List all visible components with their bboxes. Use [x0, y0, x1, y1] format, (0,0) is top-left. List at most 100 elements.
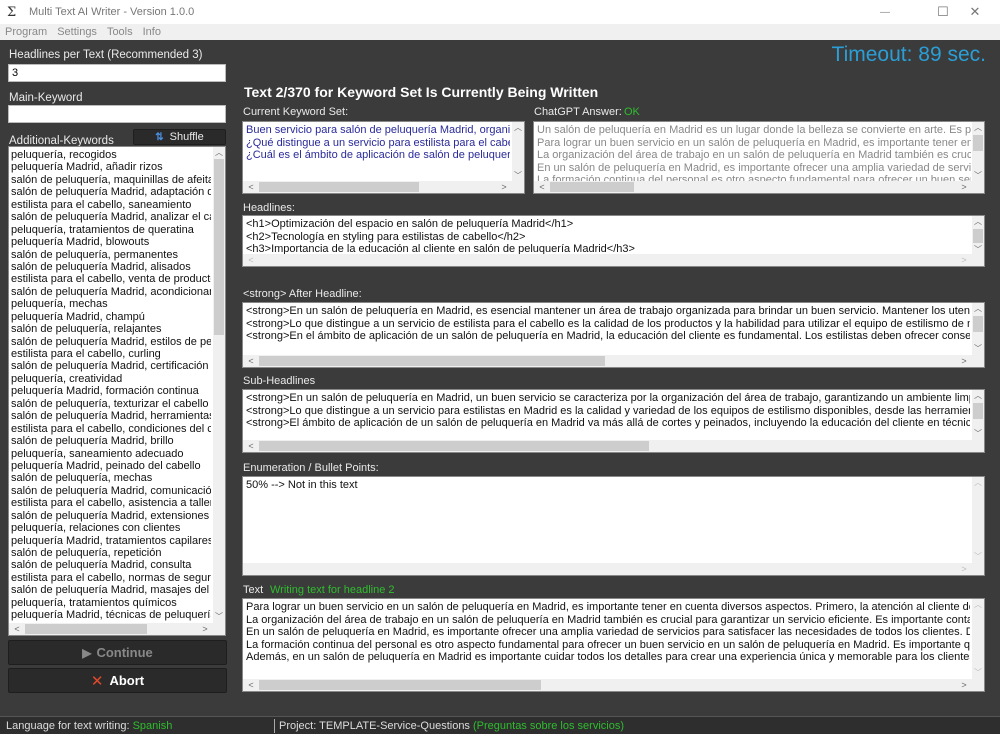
after-headline-vertical-scrollbar[interactable]: ︿ ﹀	[972, 303, 984, 355]
scroll-left-icon[interactable]: <	[245, 440, 257, 452]
keyword-list-item[interactable]: salón de peluquería, mechas	[11, 472, 211, 484]
keyword-list-item[interactable]: salón de peluquería, texturizar el cabel…	[11, 398, 211, 410]
keyword-list-item[interactable]: salón de peluquería Madrid, acondicionam	[11, 286, 211, 298]
scroll-right-icon[interactable]: >	[958, 679, 970, 691]
scroll-right-icon[interactable]: >	[958, 254, 970, 266]
keyword-list-item[interactable]: salón de peluquería Madrid, brillo	[11, 435, 211, 447]
minimize-button[interactable]: —	[862, 0, 908, 24]
keyword-list-item[interactable]: peluquería, tratamientos químicos	[11, 597, 211, 609]
scroll-left-icon[interactable]: <	[536, 181, 548, 193]
abort-button[interactable]: ✕ Abort	[8, 668, 227, 693]
scroll-thumb[interactable]	[550, 182, 634, 192]
scroll-down-icon[interactable]: ﹀	[972, 667, 984, 679]
scroll-up-icon[interactable]: ︿	[512, 122, 524, 134]
keyword-list-item[interactable]: estilista para el cabello, saneamiento	[11, 199, 211, 211]
scroll-up-icon[interactable]: ︿	[972, 303, 984, 315]
scroll-thumb[interactable]	[259, 441, 649, 451]
menu-info[interactable]: Info	[143, 26, 161, 38]
keywords-horizontal-scrollbar[interactable]: < >	[9, 623, 225, 635]
scroll-up-icon[interactable]: ︿	[213, 147, 225, 159]
scroll-thumb[interactable]	[259, 680, 541, 690]
scroll-left-icon[interactable]: <	[11, 623, 23, 635]
scroll-up-icon[interactable]: ︿	[972, 390, 984, 402]
keyword-set-vertical-scrollbar[interactable]: ︿ ﹀	[512, 122, 524, 182]
headlines-box[interactable]: <h1>Optimización del espacio en salón de…	[242, 215, 985, 267]
keyword-list-item[interactable]: peluquería Madrid, tratamientos capilare…	[11, 535, 211, 547]
current-keyword-set-box[interactable]: Buen servicio para salón de peluquería M…	[242, 121, 525, 194]
keyword-list-item[interactable]: peluquería, creatividad	[11, 373, 211, 385]
menu-settings[interactable]: Settings	[57, 26, 97, 38]
scroll-left-icon[interactable]: <	[245, 355, 257, 367]
keyword-list-item[interactable]: salón de peluquería, repetición	[11, 547, 211, 559]
keyword-list-item[interactable]: salón de peluquería Madrid, analizar el …	[11, 211, 211, 223]
shuffle-button[interactable]: ⇅ Shuffle	[133, 129, 226, 145]
keyword-list-item[interactable]: salón de peluquería Madrid, adaptación d…	[11, 186, 211, 198]
after-headline-box[interactable]: <strong>En un salón de peluquería en Mad…	[242, 302, 985, 368]
keyword-list-item[interactable]: salón de peluquería, relajantes	[11, 323, 211, 335]
scroll-left-icon[interactable]: <	[245, 181, 257, 193]
keyword-list-item[interactable]: salón de peluquería Madrid, comunicación	[11, 485, 211, 497]
scroll-down-icon[interactable]: ﹀	[972, 551, 984, 563]
keyword-list-item[interactable]: salón de peluquería Madrid, consulta	[11, 559, 211, 571]
keyword-list-item[interactable]: peluquería, relaciones con clientes	[11, 522, 211, 534]
additional-keywords-list[interactable]: peluquería, recogidos peluquería Madrid, …	[8, 146, 226, 636]
headlines-vertical-scrollbar[interactable]: ︿ ﹀	[972, 216, 984, 256]
scroll-down-icon[interactable]: ﹀	[972, 428, 984, 440]
answer-horizontal-scrollbar[interactable]: < >	[534, 181, 984, 193]
continue-button[interactable]: ▶ Continue	[8, 640, 227, 665]
keyword-list-item[interactable]: estilista para el cabello, normas de seg…	[11, 572, 211, 584]
menu-program[interactable]: Program	[5, 26, 47, 38]
keyword-list-item[interactable]: peluquería Madrid, champú	[11, 311, 211, 323]
keyword-list-item[interactable]: peluquería Madrid, añadir rizos	[11, 161, 211, 173]
scroll-thumb[interactable]	[259, 182, 419, 192]
keyword-list-item[interactable]: salón de peluquería Madrid, extensiones …	[11, 510, 211, 522]
keyword-list-item[interactable]: salón de peluquería, maquinillas de afei…	[11, 174, 211, 186]
keyword-list-item[interactable]: peluquería Madrid, técnicas de peluquerí…	[11, 609, 211, 621]
keyword-list-item[interactable]: peluquería, recogidos	[11, 149, 211, 161]
scroll-up-icon[interactable]: ︿	[972, 122, 984, 134]
keyword-list-item[interactable]: peluquería, tratamientos de queratina	[11, 224, 211, 236]
keywords-vertical-scrollbar[interactable]: ︿ ﹀	[213, 147, 225, 623]
headlines-horizontal-scrollbar[interactable]: < >	[243, 254, 984, 266]
scroll-thumb[interactable]	[973, 135, 983, 151]
scroll-left-icon[interactable]: <	[245, 679, 257, 691]
after-headline-horizontal-scrollbar[interactable]: < >	[243, 355, 984, 367]
keyword-list-item[interactable]: peluquería, mechas	[11, 298, 211, 310]
scroll-down-icon[interactable]: ﹀	[972, 343, 984, 355]
scroll-thumb[interactable]	[973, 403, 983, 419]
keyword-list-item[interactable]: peluquería, saneamiento adecuado	[11, 448, 211, 460]
keyword-list-item[interactable]: salón de peluquería Madrid, certificació…	[11, 360, 211, 372]
scroll-right-icon[interactable]: >	[958, 355, 970, 367]
text-box[interactable]: Para lograr un buen servicio en un salón…	[242, 598, 985, 692]
keyword-list-item[interactable]: salón de peluquería Madrid, masajes del …	[11, 584, 211, 596]
scroll-right-icon[interactable]: >	[498, 181, 510, 193]
sub-headlines-box[interactable]: <strong>En un salón de peluquería en Mad…	[242, 389, 985, 453]
enumeration-box[interactable]: 50% --> Not in this text ︿ ﹀ >	[242, 476, 985, 576]
keyword-list-item[interactable]: salón de peluquería Madrid, herramientas…	[11, 410, 211, 422]
keyword-list-item[interactable]: peluquería Madrid, formación continua	[11, 385, 211, 397]
scroll-up-icon[interactable]: ︿	[972, 599, 984, 611]
keyword-list-item[interactable]: estilista para el cabello, venta de prod…	[11, 273, 211, 285]
scroll-right-icon[interactable]: >	[958, 181, 970, 193]
menu-tools[interactable]: Tools	[107, 26, 133, 38]
scroll-right-icon[interactable]: >	[199, 623, 211, 635]
keyword-list-item[interactable]: salón de peluquería Madrid, estilos de p…	[11, 336, 211, 348]
keyword-list-item[interactable]: estilista para el cabello, condiciones d…	[11, 423, 211, 435]
sub-headlines-horizontal-scrollbar[interactable]: <	[243, 440, 984, 452]
chatgpt-answer-box[interactable]: Un salón de peluquería en Madrid es un l…	[533, 121, 985, 194]
sub-headlines-vertical-scrollbar[interactable]: ︿ ﹀	[972, 390, 984, 440]
keyword-list-item[interactable]: salón de peluquería, permanentes	[11, 249, 211, 261]
scroll-up-icon[interactable]: ︿	[972, 216, 984, 228]
scroll-thumb[interactable]	[259, 356, 605, 366]
scroll-thumb[interactable]	[973, 229, 983, 243]
scroll-right-icon[interactable]: >	[958, 563, 970, 575]
keyword-list-item[interactable]: salón de peluquería Madrid, alisados	[11, 261, 211, 273]
scroll-thumb[interactable]	[214, 159, 224, 335]
scroll-up-icon[interactable]: ︿	[972, 477, 984, 489]
main-keyword-input[interactable]	[8, 105, 226, 123]
keyword-list-item[interactable]: estilista para el cabello, curling	[11, 348, 211, 360]
keyword-list-item[interactable]: estilista para el cabello, asistencia a …	[11, 497, 211, 509]
close-button[interactable]: ✕	[952, 0, 998, 24]
keyword-set-horizontal-scrollbar[interactable]: < >	[243, 181, 524, 193]
answer-vertical-scrollbar[interactable]: ︿ ﹀	[972, 122, 984, 182]
